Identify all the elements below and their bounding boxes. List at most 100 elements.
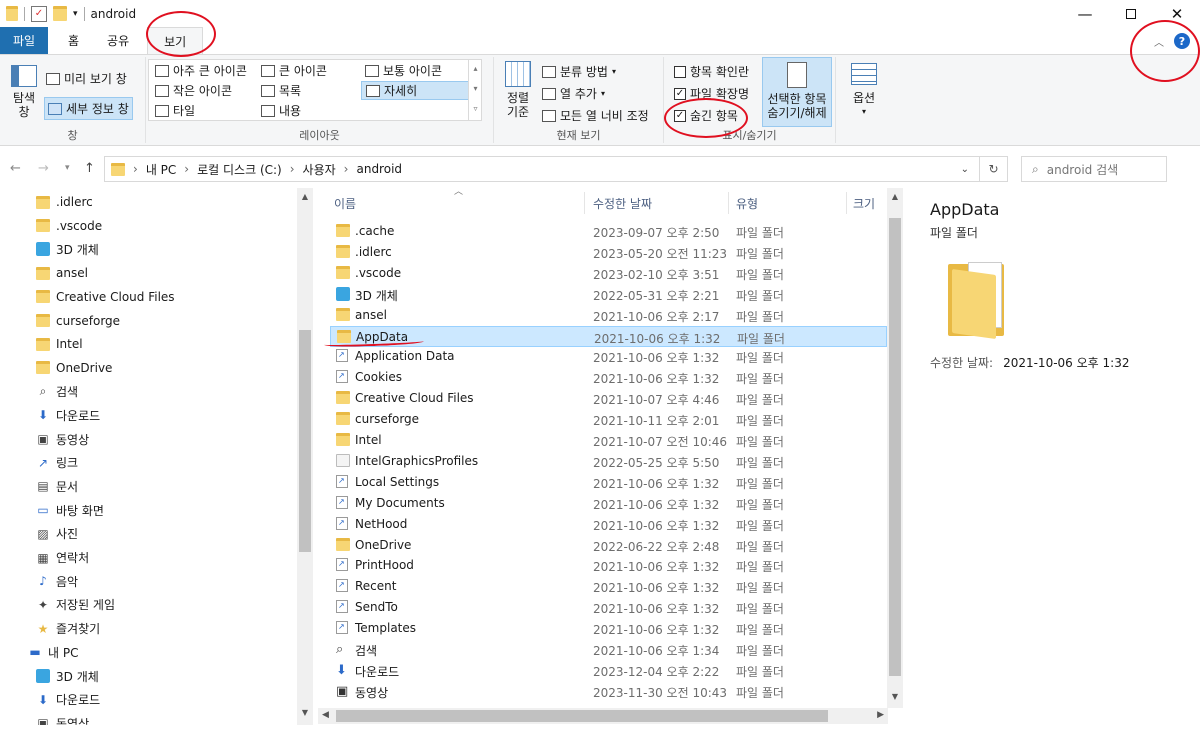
navigation-pane-scrollbar[interactable]: ▲ ▼ [297, 188, 313, 725]
item-checkboxes-checkbox[interactable] [674, 65, 686, 78]
breadcrumb-android[interactable]: android [356, 162, 402, 176]
nav-item[interactable]: .idlerc [36, 191, 93, 213]
nav-item[interactable]: ✦ 저장된 게임 [36, 594, 115, 616]
file-row[interactable]: SendTo 2021-10-06 오후 1:32 파일 폴더 [330, 597, 887, 618]
file-row[interactable]: OneDrive 2022-06-22 오후 2:48 파일 폴더 [330, 535, 887, 556]
column-separator[interactable] [728, 192, 729, 214]
nav-item[interactable]: ⬇ 다운로드 [36, 404, 100, 426]
nav-item[interactable]: ▣ 동영상 [36, 428, 89, 450]
address-history-dropdown-icon[interactable]: ⌄ [961, 164, 969, 175]
nav-item[interactable]: ▭ 바탕 화면 [36, 499, 104, 521]
nav-item[interactable]: ▬ 내 PC [28, 641, 78, 663]
navigation-pane-button[interactable]: 탐색 창 [8, 65, 40, 119]
file-row[interactable]: Intel 2021-10-07 오전 10:46 파일 폴더 [330, 430, 887, 451]
file-row[interactable]: IntelGraphicsProfiles 2022-05-25 오후 5:50 파… [330, 451, 887, 472]
nav-item[interactable]: 3D 개체 [36, 238, 99, 260]
column-separator[interactable] [846, 192, 847, 214]
column-header-date[interactable]: 수정한 날짜 [593, 188, 652, 218]
back-arrow-icon[interactable]: ← [10, 161, 21, 176]
tab-home[interactable]: 홈 [48, 27, 93, 54]
tab-share[interactable]: 공유 [93, 27, 147, 54]
group-by-button[interactable]: 분류 방법 ▾ [542, 63, 616, 80]
file-row[interactable]: NetHood 2021-10-06 오후 1:32 파일 폴더 [330, 514, 887, 535]
nav-item[interactable]: 3D 개체 [36, 665, 99, 687]
file-row[interactable]: ⬇ 다운로드 2023-12-04 오후 2:22 파일 폴더 [330, 660, 887, 681]
scroll-down-icon[interactable]: ▼ [297, 708, 313, 717]
item-checkboxes-toggle[interactable]: 항목 확인란 [674, 63, 749, 80]
file-row[interactable]: ansel 2021-10-06 오후 2:17 파일 폴더 [330, 305, 887, 326]
scroll-up-icon[interactable]: ▲ [297, 192, 313, 201]
file-row[interactable]: Application Data 2021-10-06 오후 1:32 파일 폴더 [330, 346, 887, 367]
details-pane-button[interactable]: 세부 정보 창 [44, 97, 133, 120]
scroll-right-icon[interactable]: ▶ [877, 710, 884, 720]
file-row[interactable]: .cache 2023-09-07 오후 2:50 파일 폴더 [330, 221, 887, 242]
column-header-name[interactable]: 이름 [334, 188, 356, 218]
breadcrumb-separator-icon[interactable]: › [344, 162, 349, 176]
layout-gallery-scroll[interactable]: ▴ ▾ ▿ [468, 59, 482, 121]
breadcrumb-separator-icon[interactable]: › [133, 162, 138, 176]
preview-pane-button[interactable]: 미리 보기 창 [46, 70, 127, 87]
breadcrumb-separator-icon[interactable]: › [290, 162, 295, 176]
column-separator[interactable] [584, 192, 585, 214]
layout-extra-large-icons[interactable]: 아주 큰 아이콘 [155, 62, 247, 79]
navigation-pane-scroll-thumb[interactable] [299, 330, 311, 552]
nav-item[interactable]: .vscode [36, 215, 102, 237]
file-extensions-checkbox[interactable]: ✓ [674, 87, 686, 100]
refresh-button[interactable]: ↻ [980, 156, 1008, 182]
breadcrumb-separator-icon[interactable]: › [184, 162, 189, 176]
file-list-horizontal-scrollbar[interactable]: ◀ ▶ [318, 708, 888, 724]
nav-item[interactable]: ansel [36, 262, 88, 284]
nav-item[interactable]: ⬇ 다운로드 [36, 689, 100, 711]
properties-icon[interactable]: ✓ [31, 5, 47, 22]
layout-list[interactable]: 목록 [261, 82, 301, 99]
file-row[interactable]: curseforge 2021-10-11 오후 2:01 파일 폴더 [330, 409, 887, 430]
search-box[interactable]: ⌕ android 검색 [1021, 156, 1167, 182]
hide-selected-items-button[interactable]: 선택한 항목 숨기기/해제 [762, 57, 832, 127]
customize-dropdown-icon[interactable]: ▾ [73, 9, 78, 19]
nav-item[interactable]: ♪ 음악 [36, 570, 78, 592]
breadcrumb-users[interactable]: 사용자 [303, 161, 336, 178]
add-columns-button[interactable]: 열 추가 ▾ [542, 85, 605, 102]
address-bar[interactable]: › 내 PC › 로컬 디스크 (C:) › 사용자 › android ⌄ [104, 156, 980, 182]
nav-item[interactable]: OneDrive [36, 357, 112, 379]
nav-item[interactable]: ▤ 문서 [36, 475, 78, 497]
nav-item[interactable]: ↗ 링크 [36, 452, 78, 474]
file-row[interactable]: .vscode 2023-02-10 오후 3:51 파일 폴더 [330, 263, 887, 284]
sort-by-button[interactable]: 정렬 기준 [500, 61, 536, 119]
new-folder-icon[interactable] [53, 6, 67, 21]
file-row[interactable]: 3D 개체 2022-05-31 오후 2:21 파일 폴더 [330, 284, 887, 305]
scroll-down-icon[interactable]: ▼ [887, 692, 903, 701]
nav-item[interactable]: Creative Cloud Files [36, 286, 175, 308]
tab-file[interactable]: 파일 [0, 27, 48, 54]
layout-small-icons[interactable]: 작은 아이콘 [155, 82, 232, 99]
file-list-scroll-thumb[interactable] [889, 218, 901, 676]
nav-item[interactable]: curseforge [36, 310, 120, 332]
layout-medium-icons[interactable]: 보통 아이콘 [365, 62, 442, 79]
horizontal-scroll-thumb[interactable] [336, 710, 828, 722]
file-row[interactable]: ▣ 동영상 2023-11-30 오전 10:43 파일 폴더 [330, 681, 887, 702]
minimize-button[interactable]: — [1062, 0, 1108, 27]
size-all-columns-button[interactable]: 모든 열 너비 조정 [542, 107, 649, 124]
recent-locations-icon[interactable]: ▾ [65, 163, 70, 173]
file-row[interactable]: ⌕ 검색 2021-10-06 오후 1:34 파일 폴더 [330, 639, 887, 660]
options-button[interactable]: 옵션 ▾ [844, 63, 884, 119]
file-row[interactable]: Cookies 2021-10-06 오후 1:32 파일 폴더 [330, 367, 887, 388]
nav-item[interactable]: ▨ 사진 [36, 523, 78, 545]
nav-item[interactable]: ★ 즐겨찾기 [36, 618, 101, 640]
file-list-scrollbar[interactable]: ▲ ▼ [887, 188, 903, 708]
column-header-type[interactable]: 유형 [736, 188, 758, 218]
layout-large-icons[interactable]: 큰 아이콘 [261, 62, 327, 79]
scroll-left-icon[interactable]: ◀ [322, 710, 329, 720]
scroll-up-icon[interactable]: ▲ [887, 192, 903, 201]
up-arrow-icon[interactable]: ↑ [84, 161, 95, 176]
nav-item[interactable]: Intel [36, 333, 83, 355]
breadcrumb-this-pc[interactable]: 내 PC [146, 161, 176, 178]
file-row[interactable]: PrintHood 2021-10-06 오후 1:32 파일 폴더 [330, 555, 887, 576]
file-row[interactable]: .idlerc 2023-05-20 오전 11:23 파일 폴더 [330, 242, 887, 263]
file-row[interactable]: Templates 2021-10-06 오후 1:32 파일 폴더 [330, 618, 887, 639]
forward-arrow-icon[interactable]: → [38, 161, 49, 176]
file-row[interactable]: My Documents 2021-10-06 오후 1:32 파일 폴더 [330, 493, 887, 514]
nav-item[interactable]: ⌕ 검색 [36, 381, 78, 403]
nav-item[interactable]: ▣ 동영상 [36, 712, 89, 725]
layout-content[interactable]: 내용 [261, 102, 301, 119]
